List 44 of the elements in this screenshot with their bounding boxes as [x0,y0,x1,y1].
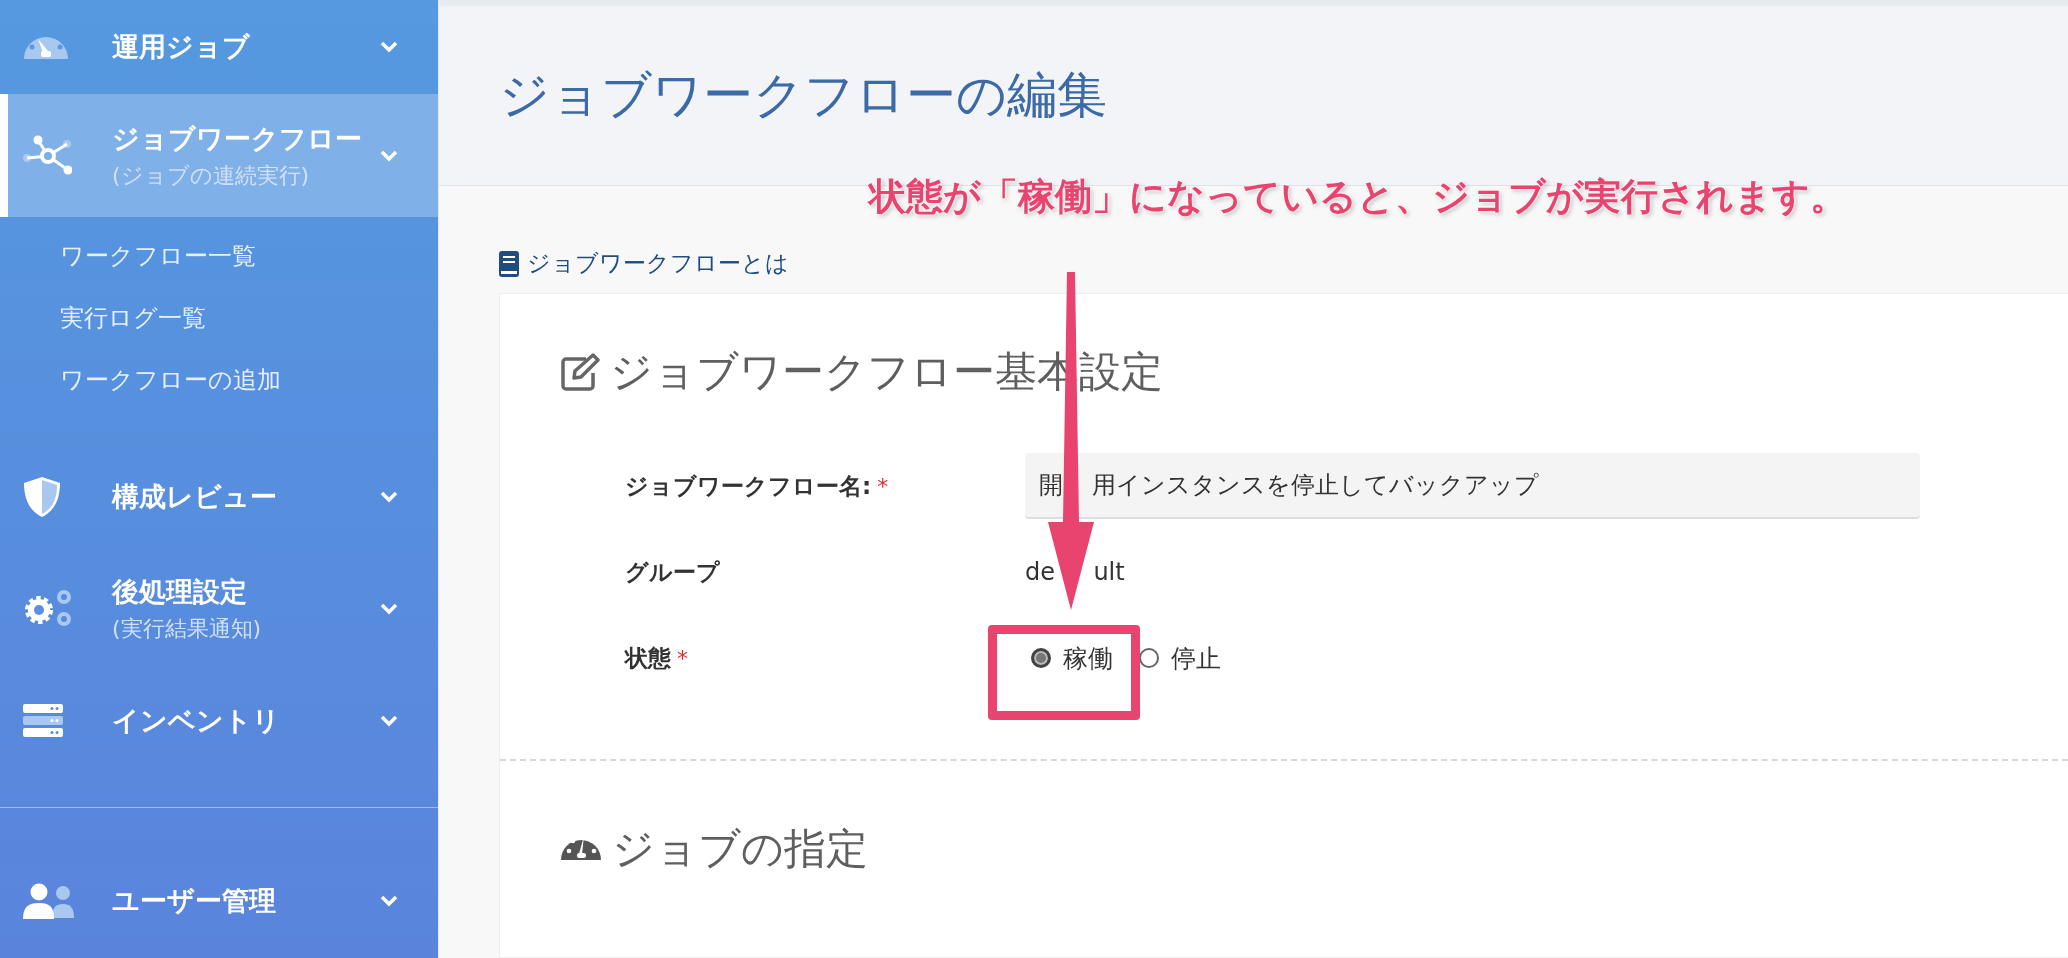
edit-icon [560,353,600,391]
gauge-icon [22,34,70,59]
chevron-down-icon [380,603,398,616]
users-icon [22,883,74,920]
nav-label: 後処理設定 [112,575,248,610]
chevron-down-icon [380,149,398,162]
submenu-item[interactable]: ワークフロー一覧 [60,225,438,288]
field-value: de [1025,558,1055,586]
server-icon [22,703,64,740]
page-title: ジョブワークフローの編集 [499,65,1107,126]
nav-label: ユーザー管理 [112,884,277,919]
submenu-item[interactable]: ワークフローの追加 [60,349,438,412]
sidebar-item[interactable]: 運用ジョブ [0,0,438,94]
nav-sublabel: (実行結果通知) [112,615,263,644]
required-mark: * [877,473,889,499]
field-label: 状態 [625,643,671,673]
sidebar-item[interactable]: 後処理設定 (実行結果通知) [0,553,438,666]
field-label: グループ [625,557,720,587]
chevron-down-icon [380,715,398,728]
nav-label: 構成レビュー [112,480,278,515]
book-icon [499,250,519,277]
input-field[interactable]: 開 用インスタンスを停止してバックアップ [1025,453,1920,519]
section-title: ジョブの指定 [612,823,868,875]
nav-sublabel: (ジョブの連続実行) [112,161,311,190]
sidebar-item[interactable]: ジョブワークフロー (ジョブの連続実行) [0,93,438,218]
radio-option[interactable]: 停止 [1139,641,1221,675]
nav-label: ジョブワークフロー [112,121,363,156]
field-label: ジョブワークフロー名: [625,471,872,501]
chevron-down-icon [380,895,398,908]
submenu-item[interactable]: 実行ログ一覧 [60,287,438,350]
sidebar-item[interactable]: インベントリ [0,665,438,778]
gauge-icon [560,838,602,860]
radio-option[interactable]: 稼働 [1031,641,1113,675]
required-mark: * [677,645,688,671]
help-link[interactable]: ジョブワークフローとは [527,248,789,279]
nav-label: インベントリ [112,704,281,739]
nav-label: 運用ジョブ [112,29,251,64]
field-value: ult [1093,558,1125,586]
chevron-down-icon [380,40,398,53]
sidebar-item[interactable]: ユーザー管理 [0,844,438,958]
chevron-down-icon [380,491,398,504]
shield-icon [22,476,62,519]
sidebar-item[interactable]: 構成レビュー [0,441,438,554]
annotation-text: 状態が「稼働」になっていると、ジョブが実行されます。 [869,174,1847,220]
